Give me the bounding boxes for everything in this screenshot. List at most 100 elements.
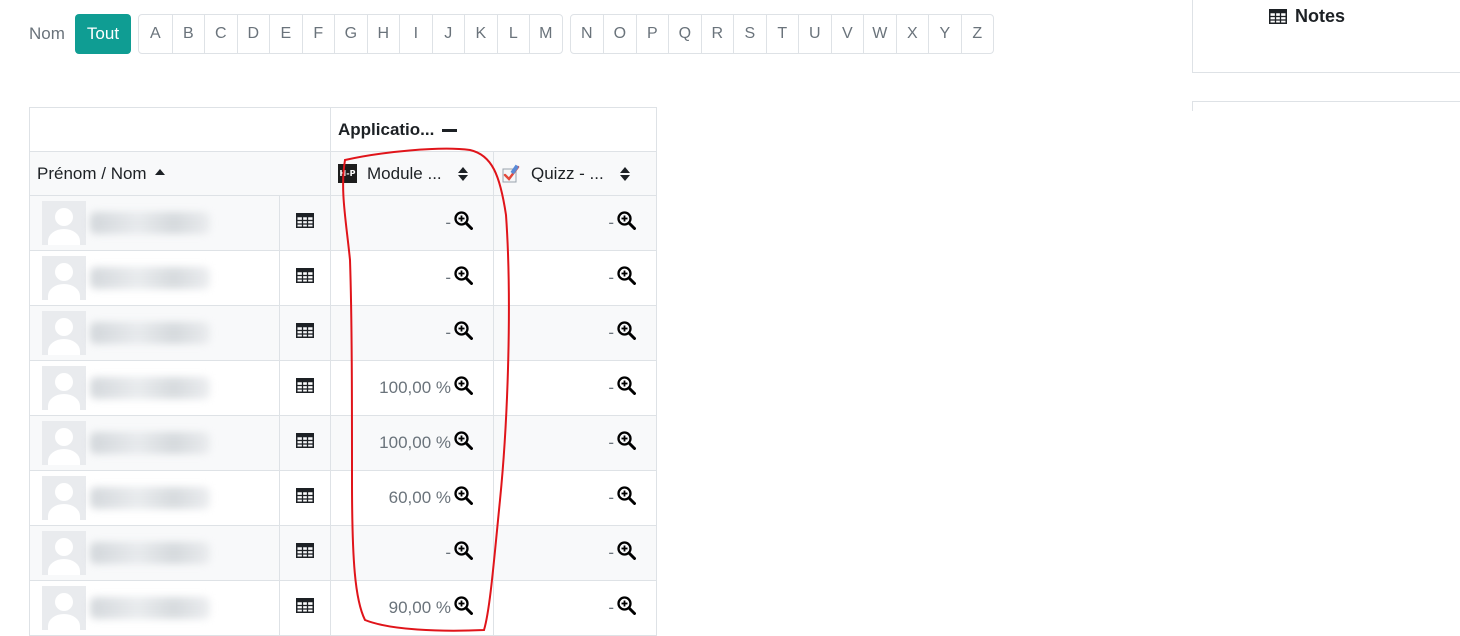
user-report-link[interactable] xyxy=(279,250,331,306)
filter-letter-g[interactable]: G xyxy=(334,15,367,53)
user-name-redacted[interactable] xyxy=(90,377,210,399)
zoom-in-icon[interactable] xyxy=(617,486,636,510)
zoom-in-icon[interactable] xyxy=(617,376,636,400)
avatar[interactable] xyxy=(42,201,86,245)
user-report-link[interactable] xyxy=(279,470,331,526)
table-icon[interactable] xyxy=(296,323,314,342)
name-column-header[interactable]: Prénom / Nom xyxy=(29,151,331,196)
user-name-redacted[interactable] xyxy=(90,322,210,344)
avatar[interactable] xyxy=(42,531,86,575)
grade-cell[interactable]: - xyxy=(330,305,494,361)
filter-letter-d[interactable]: D xyxy=(236,15,270,53)
filter-letter-n[interactable]: N xyxy=(571,15,604,53)
grade-cell[interactable]: - xyxy=(493,250,657,306)
user-report-link[interactable] xyxy=(279,195,331,251)
filter-letter-e[interactable]: E xyxy=(269,15,302,53)
avatar[interactable] xyxy=(42,256,86,300)
user-report-link[interactable] xyxy=(279,305,331,361)
filter-letter-z[interactable]: Z xyxy=(960,15,994,53)
table-icon[interactable] xyxy=(296,543,314,562)
filter-letter-m[interactable]: M xyxy=(529,15,562,53)
avatar[interactable] xyxy=(42,586,86,630)
zoom-in-icon[interactable] xyxy=(617,321,636,345)
filter-letter-x[interactable]: X xyxy=(895,15,929,53)
sort-icon[interactable] xyxy=(619,166,630,181)
filter-letter-r[interactable]: R xyxy=(700,15,734,53)
zoom-in-icon[interactable] xyxy=(617,211,636,235)
user-name-redacted[interactable] xyxy=(90,267,210,289)
zoom-in-icon[interactable] xyxy=(454,321,473,345)
grade-cell[interactable]: 100,00 % xyxy=(330,415,494,471)
grade-cell[interactable]: - xyxy=(493,580,657,636)
filter-letter-j[interactable]: J xyxy=(431,15,465,53)
filter-letter-b[interactable]: B xyxy=(171,15,205,53)
zoom-in-icon[interactable] xyxy=(617,431,636,455)
user-name-redacted[interactable] xyxy=(90,542,210,564)
table-icon[interactable] xyxy=(296,268,314,287)
grade-cell[interactable]: - xyxy=(330,525,494,581)
grade-cell[interactable]: - xyxy=(493,470,657,526)
user-report-link[interactable] xyxy=(279,360,331,416)
user-cell[interactable] xyxy=(29,360,280,416)
user-report-link[interactable] xyxy=(279,525,331,581)
filter-letter-s[interactable]: S xyxy=(733,15,766,53)
avatar[interactable] xyxy=(42,421,86,465)
user-name-redacted[interactable] xyxy=(90,487,210,509)
filter-letter-i[interactable]: I xyxy=(399,15,432,53)
filter-all-button[interactable]: Tout xyxy=(74,14,132,54)
zoom-in-icon[interactable] xyxy=(454,431,473,455)
zoom-in-icon[interactable] xyxy=(617,596,636,620)
zoom-in-icon[interactable] xyxy=(454,266,473,290)
filter-letter-u[interactable]: U xyxy=(798,15,831,53)
zoom-in-icon[interactable] xyxy=(617,541,636,565)
table-icon[interactable] xyxy=(296,378,314,397)
filter-letter-h[interactable]: H xyxy=(366,15,400,53)
grade-cell[interactable]: 100,00 % xyxy=(330,360,494,416)
zoom-in-icon[interactable] xyxy=(454,486,473,510)
column-header-quiz[interactable]: Quizz - ... xyxy=(493,151,657,196)
filter-letter-q[interactable]: Q xyxy=(668,15,701,53)
filter-letter-l[interactable]: L xyxy=(496,15,530,53)
filter-letter-c[interactable]: C xyxy=(204,15,237,53)
grade-cell[interactable]: 90,00 % xyxy=(330,580,494,636)
avatar[interactable] xyxy=(42,476,86,520)
grade-cell[interactable]: - xyxy=(330,250,494,306)
user-report-link[interactable] xyxy=(279,580,331,636)
user-cell[interactable] xyxy=(29,250,280,306)
zoom-in-icon[interactable] xyxy=(454,211,473,235)
zoom-in-icon[interactable] xyxy=(454,541,473,565)
filter-letter-o[interactable]: O xyxy=(603,15,636,53)
user-name-redacted[interactable] xyxy=(90,212,210,234)
grade-cell[interactable]: - xyxy=(493,195,657,251)
avatar[interactable] xyxy=(42,311,86,355)
filter-letter-v[interactable]: V xyxy=(830,15,864,53)
grade-cell[interactable]: - xyxy=(493,305,657,361)
filter-letter-k[interactable]: K xyxy=(464,15,497,53)
table-icon[interactable] xyxy=(296,598,314,617)
table-icon[interactable] xyxy=(296,213,314,232)
grade-cell[interactable]: - xyxy=(493,415,657,471)
filter-letter-f[interactable]: F xyxy=(301,15,335,53)
grade-cell[interactable]: - xyxy=(493,360,657,416)
collapse-category-icon[interactable] xyxy=(442,128,458,132)
table-icon[interactable] xyxy=(296,488,314,507)
user-cell[interactable] xyxy=(29,195,280,251)
filter-letter-t[interactable]: T xyxy=(765,15,799,53)
filter-letter-p[interactable]: P xyxy=(635,15,669,53)
sort-icon[interactable] xyxy=(457,166,468,181)
zoom-in-icon[interactable] xyxy=(454,376,473,400)
avatar[interactable] xyxy=(42,366,86,410)
filter-letter-w[interactable]: W xyxy=(863,15,896,53)
user-cell[interactable] xyxy=(29,470,280,526)
column-label-quiz[interactable]: Quizz - ... xyxy=(531,164,604,184)
user-cell[interactable] xyxy=(29,305,280,361)
filter-letter-y[interactable]: Y xyxy=(928,15,961,53)
user-cell[interactable] xyxy=(29,580,280,636)
grade-cell[interactable]: 60,00 % xyxy=(330,470,494,526)
grade-cell[interactable]: - xyxy=(493,525,657,581)
table-icon[interactable] xyxy=(296,433,314,452)
sort-asc-icon[interactable] xyxy=(154,169,165,176)
zoom-in-icon[interactable] xyxy=(617,266,636,290)
column-header-module[interactable]: H-P Module ... xyxy=(330,151,494,196)
grade-cell[interactable]: - xyxy=(330,195,494,251)
